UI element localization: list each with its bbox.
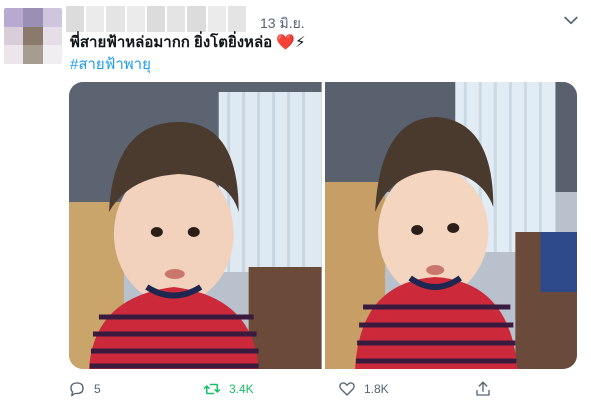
retweet-button[interactable]: 3.4K (203, 378, 254, 400)
tweet-body: พี่สายฟ้าหล่อมากก ยิ่งโตยิ่งหล่อ (70, 34, 273, 51)
like-button[interactable]: 1.8K (338, 378, 389, 400)
reply-icon (70, 382, 84, 397)
like-count: 1.8K (364, 382, 389, 396)
avatar[interactable] (4, 8, 62, 64)
chevron-down-icon[interactable] (561, 10, 581, 30)
tweet-emoji: ❤️⚡ (276, 34, 306, 51)
retweet-icon (203, 383, 221, 395)
like-icon (339, 382, 355, 396)
hashtag-link[interactable]: #สายฟ้าพายุ (70, 55, 151, 75)
share-icon (476, 381, 490, 396)
username-blurred[interactable] (66, 6, 246, 32)
tweet-date[interactable]: 13 มิ.ย. (260, 13, 305, 35)
tweet-text: พี่สายฟ้าหล่อมากก ยิ่งโตยิ่งหล่อ ❤️⚡ (70, 33, 306, 53)
tweet-actions: 5 3.4K 1.8K (68, 378, 508, 400)
tweet-media (69, 82, 577, 369)
child-photo-left[interactable] (69, 82, 322, 369)
share-button[interactable] (474, 378, 492, 400)
retweet-count: 3.4K (229, 382, 254, 396)
reply-button[interactable]: 5 (68, 378, 101, 400)
child-photo-right[interactable] (324, 82, 577, 369)
reply-count: 5 (94, 382, 101, 396)
